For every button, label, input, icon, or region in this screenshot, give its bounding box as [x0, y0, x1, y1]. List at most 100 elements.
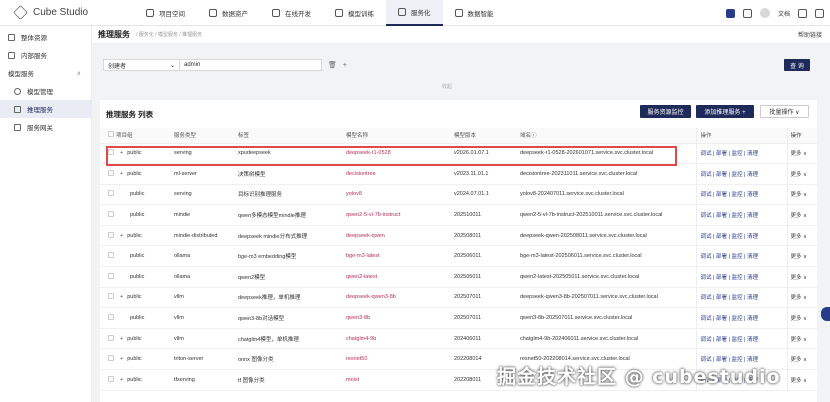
sidebar-item-internal-service[interactable]: 内部服务: [0, 46, 91, 64]
row-checkbox[interactable]: [108, 169, 114, 176]
col-header-project[interactable]: 项目组: [116, 128, 174, 144]
col-header-type[interactable]: 服务类型: [174, 128, 238, 144]
row-checkbox[interactable]: [108, 211, 114, 218]
cell-model[interactable]: qwen2-latest: [346, 266, 454, 288]
table-row[interactable]: public serving 目标识别推理服务 yolov8 v2024.07.01.1…: [100, 184, 817, 206]
row-checkbox[interactable]: [108, 231, 114, 238]
cell-model[interactable]: deepseek-qwen3-8b: [346, 287, 454, 309]
nav-item-2[interactable]: 在线开发: [260, 0, 323, 26]
cell-more[interactable]: 更多 ∨: [786, 225, 817, 247]
avatar[interactable]: [759, 8, 770, 18]
row-checkbox[interactable]: [108, 355, 114, 362]
cell-model[interactable]: qwen2-5-vl-7b-instruct: [346, 204, 454, 226]
table-row[interactable]: + public mindie-distributed deepseek mindie…: [100, 225, 817, 247]
delete-icon[interactable]: 🗑: [328, 61, 337, 69]
help-link[interactable]: 帮助链接: [798, 30, 822, 39]
cell-ops[interactable]: 调试 | 部署 | 监控 | 清理: [695, 163, 787, 185]
row-checkbox[interactable]: [108, 272, 114, 279]
cell-more[interactable]: 更多 ∨: [786, 184, 817, 206]
expand-icon[interactable]: +: [120, 150, 123, 156]
resource-monitor-button[interactable]: 服务资源监控: [640, 105, 691, 118]
select-all-checkbox[interactable]: [108, 131, 114, 138]
cell-ops[interactable]: 调试 | 部署 | 监控 | 清理: [695, 225, 787, 247]
cell-ops[interactable]: 调试 | 部署 | 监控 | 清理: [695, 143, 787, 165]
cell-ops[interactable]: 调试 | 部署 | 监控 | 清理: [695, 266, 787, 288]
cell-model[interactable]: yolov8: [346, 184, 454, 206]
notification-icon[interactable]: [742, 8, 752, 18]
row-checkbox[interactable]: [108, 252, 114, 259]
translate-icon[interactable]: [725, 8, 735, 18]
logo[interactable]: Cube Studio: [13, 5, 134, 20]
cell-more[interactable]: 更多 ∨: [786, 369, 817, 391]
nav-item-5[interactable]: 数据智能: [443, 0, 506, 26]
filter-value-input[interactable]: admin: [180, 59, 322, 71]
sidebar-item-model-management[interactable]: 模型管理: [0, 82, 91, 100]
batch-ops-button[interactable]: 批量操作 ∨: [760, 105, 809, 118]
expand-icon[interactable]: +: [120, 377, 123, 383]
cell-more[interactable]: 更多 ∨: [786, 163, 817, 185]
col-header-model[interactable]: 模型名称: [346, 128, 454, 144]
col-header-host[interactable]: 域名ⓘ: [520, 128, 696, 144]
expand-icon[interactable]: +: [120, 233, 123, 239]
row-checkbox[interactable]: [108, 149, 114, 156]
table-row[interactable]: + public vllm deepseek推理，单机推理 deepseek-qwen3…: [100, 287, 817, 309]
cell-model[interactable]: bge-m3-latest: [346, 245, 454, 268]
table-row[interactable]: public ollama qwen2模型 qwen2-latest 202505011…: [100, 266, 817, 288]
add-filter-icon[interactable]: +: [343, 62, 347, 69]
col-header-version[interactable]: 模型版本: [454, 128, 520, 144]
add-service-button[interactable]: 添加推理服务 +: [696, 105, 754, 118]
collapse-toggle[interactable]: 收起: [442, 83, 452, 90]
cell-ops[interactable]: 调试 | 部署 | 监控 | 清理: [695, 204, 787, 226]
expand-icon[interactable]: +: [120, 294, 123, 300]
cell-model[interactable]: deepseek-r1-0528: [346, 143, 454, 165]
cell-ops[interactable]: 调试 | 部署 | 监控 | 清理: [695, 245, 787, 268]
nav-item-0[interactable]: 项目空间: [134, 0, 197, 26]
row-checkbox[interactable]: [108, 334, 114, 341]
table-row[interactable]: public mindie qwen多模态模型mindie推理 qwen2-5-vl-…: [100, 204, 817, 226]
sidebar-item-inference-service[interactable]: 推理服务: [0, 100, 91, 118]
row-checkbox[interactable]: [108, 293, 114, 300]
table-row[interactable]: public vllm qwen3-8b对话模型 qwen3-8b 202507011 q…: [100, 307, 817, 329]
table-row[interactable]: + public serving xpudeepseek deepseek-r1-052…: [100, 143, 817, 165]
nav-item-3[interactable]: 模型训练: [323, 0, 386, 26]
cell-ops[interactable]: 调试 | 部署 | 监控 | 清理: [695, 184, 787, 206]
row-checkbox[interactable]: [108, 375, 114, 382]
expand-icon[interactable]: +: [120, 171, 123, 177]
cell-more[interactable]: 更多 ∨: [786, 143, 817, 165]
sidebar-item-service-gateway[interactable]: 服务网关: [0, 118, 91, 136]
cell-ops[interactable]: 调试 | 部署 | 监控 | 清理: [695, 307, 787, 329]
cell-more[interactable]: 更多 ∨: [786, 328, 817, 350]
nav-item-1[interactable]: 数据资产: [197, 0, 260, 26]
expand-icon[interactable]: +: [120, 356, 123, 362]
cell-more[interactable]: 更多 ∨: [786, 266, 817, 288]
nav-item-4[interactable]: 服务化: [386, 0, 443, 26]
row-checkbox[interactable]: [108, 190, 114, 197]
settings-icon[interactable]: [815, 8, 824, 18]
github-icon[interactable]: [798, 8, 807, 18]
cell-model[interactable]: qwen3-8b: [346, 307, 454, 329]
expand-icon[interactable]: +: [120, 336, 123, 342]
cell-model[interactable]: resnet50: [346, 348, 454, 371]
sidebar-item-resources[interactable]: 整体资源: [0, 28, 91, 46]
cell-ops[interactable]: 调试 | 部署 | 监控 | 清理: [695, 287, 787, 309]
cell-model[interactable]: decisiontree: [346, 163, 454, 185]
cell-more[interactable]: 更多 ∨: [786, 204, 817, 226]
docs-link[interactable]: 文档: [778, 9, 790, 18]
row-checkbox[interactable]: [108, 314, 114, 321]
query-button[interactable]: 查 询: [784, 59, 810, 71]
sidebar-group-model-service[interactable]: 模型服务 ∧: [0, 64, 91, 82]
cell-model[interactable]: deepseek-qwen: [346, 225, 454, 247]
table-row[interactable]: + public vllm chatglm4模型，单机推理 chatglm4-9b 202…: [100, 328, 817, 350]
col-header-label[interactable]: 标签: [238, 128, 346, 144]
table-row[interactable]: public ollama bge-m3 embedding模型 bge-m3-lat…: [100, 245, 817, 268]
cell-model[interactable]: mnist: [346, 369, 454, 391]
cell-ops[interactable]: 调试 | 部署 | 监控 | 清理: [695, 328, 787, 350]
cell-model[interactable]: chatglm4-9b: [346, 328, 454, 350]
cell-more[interactable]: 更多 ∨: [786, 287, 817, 309]
floating-scroll-button[interactable]: [821, 307, 830, 321]
cell-more[interactable]: 更多 ∨: [786, 245, 817, 268]
table-row[interactable]: + public ml-server 决策树模型 decisiontree v2023.1…: [100, 163, 817, 185]
cell-more[interactable]: 更多 ∨: [786, 348, 817, 371]
cell-more[interactable]: 更多 ∨: [786, 307, 817, 329]
filter-field-select[interactable]: 创建者 ⌄: [103, 59, 180, 71]
